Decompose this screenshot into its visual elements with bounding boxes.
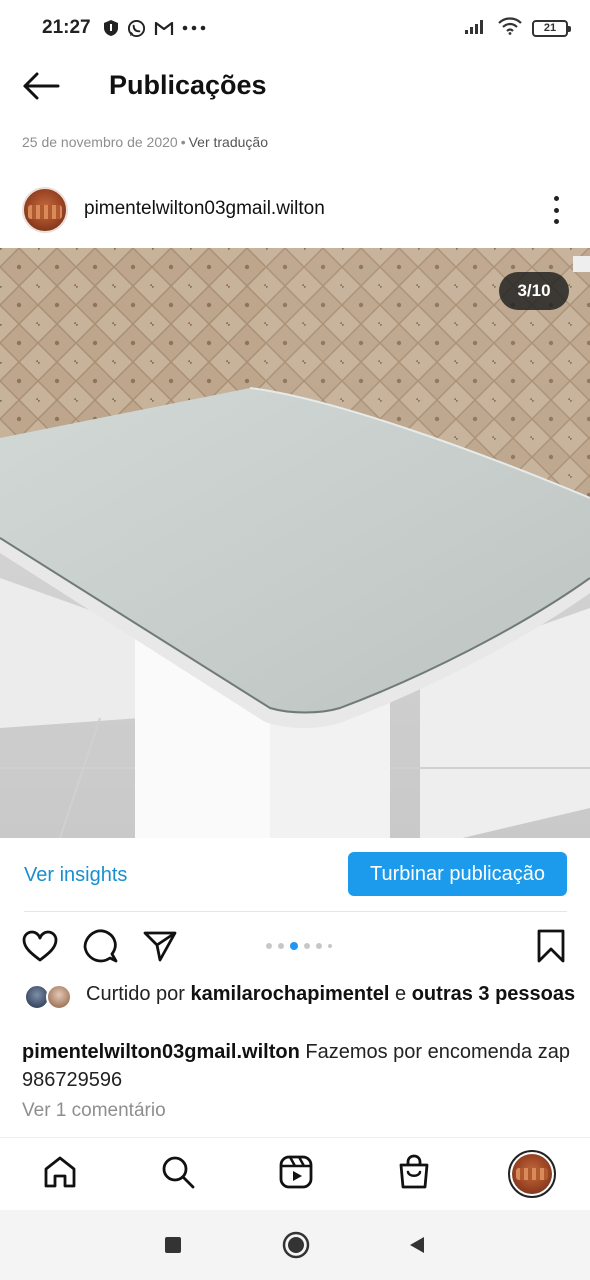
system-status-icons: 21 <box>464 16 571 40</box>
battery-icon: 21 <box>532 19 571 37</box>
arrow-left-icon <box>22 72 60 105</box>
post-author-row: pimentelwilton03gmail.wilton <box>0 184 590 236</box>
carousel-dot <box>278 943 284 949</box>
status-time: 21:27 <box>42 17 91 38</box>
status-bar: 21:27 21 <box>0 0 590 56</box>
gmail-icon <box>154 20 174 36</box>
carousel-dot <box>316 943 322 949</box>
more-vertical-icon <box>553 196 559 201</box>
post-date-line: 25 de novembro de 2020 • Ver tradução <box>22 134 268 150</box>
author-username[interactable]: pimentelwilton03gmail.wilton <box>84 198 325 220</box>
heart-icon[interactable] <box>20 926 60 966</box>
home-circle-icon[interactable] <box>281 1230 311 1260</box>
likes-prefix: Curtido por <box>86 983 191 1005</box>
back-triangle-icon[interactable] <box>402 1230 432 1260</box>
see-translation-link[interactable]: Ver tradução <box>189 134 268 150</box>
wifi-icon <box>498 16 522 40</box>
reels-icon[interactable] <box>276 1152 316 1192</box>
page-header: Publicações <box>0 60 590 116</box>
page-title: Publicações <box>109 70 267 100</box>
post-image[interactable] <box>0 248 590 838</box>
insights-row: Ver insights Turbinar publicação <box>0 848 590 900</box>
recents-icon[interactable] <box>158 1230 188 1260</box>
carousel-dot <box>266 943 272 949</box>
profile-avatar[interactable] <box>508 1150 556 1198</box>
liker-avatar <box>46 984 72 1010</box>
carousel-dot <box>328 944 332 948</box>
likes-others[interactable]: outras 3 pessoas <box>412 983 575 1005</box>
carousel-dot <box>304 943 310 949</box>
back-button[interactable] <box>22 72 62 104</box>
post-caption: pimentelwilton03gmail.wilton Fazemos por… <box>22 1038 572 1094</box>
liker-avatars <box>22 984 78 1012</box>
likes-summary[interactable]: Curtido por kamilarochapimentel e outras… <box>86 982 576 1007</box>
view-insights-link[interactable]: Ver insights <box>24 864 127 887</box>
post-photo <box>0 248 590 838</box>
post-options-button[interactable] <box>544 196 568 224</box>
shield-icon <box>103 19 119 37</box>
bookmark-icon[interactable] <box>531 926 571 966</box>
system-navigation-bar <box>0 1210 590 1280</box>
post-date: 25 de novembro de 2020 <box>22 134 178 150</box>
more-dots-icon <box>182 25 206 31</box>
carousel-dots <box>266 942 332 950</box>
liker-username[interactable]: kamilarochapimentel <box>191 983 390 1005</box>
divider <box>24 911 567 912</box>
signal-icon <box>464 17 488 40</box>
whatsapp-icon <box>127 19 146 38</box>
likes-conjunction: e <box>389 983 412 1005</box>
post-actions-row <box>0 926 590 966</box>
shop-icon[interactable] <box>394 1152 434 1192</box>
profile-avatar-image <box>512 1154 552 1194</box>
caption-author[interactable]: pimentelwilton03gmail.wilton <box>22 1041 300 1063</box>
author-avatar[interactable] <box>22 187 68 233</box>
slide-counter-badge: 3/10 <box>499 272 569 310</box>
view-comments-link[interactable]: Ver 1 comentário <box>22 1100 166 1122</box>
search-icon[interactable] <box>158 1152 198 1192</box>
boost-post-button[interactable]: Turbinar publicação <box>348 852 567 896</box>
comment-icon[interactable] <box>80 926 120 966</box>
notification-icons <box>103 19 206 38</box>
home-icon[interactable] <box>40 1152 80 1192</box>
bottom-navigation <box>0 1137 590 1209</box>
battery-level: 21 <box>543 22 557 34</box>
carousel-dot-active <box>290 942 298 950</box>
separator: • <box>180 134 186 150</box>
share-icon[interactable] <box>140 926 180 966</box>
